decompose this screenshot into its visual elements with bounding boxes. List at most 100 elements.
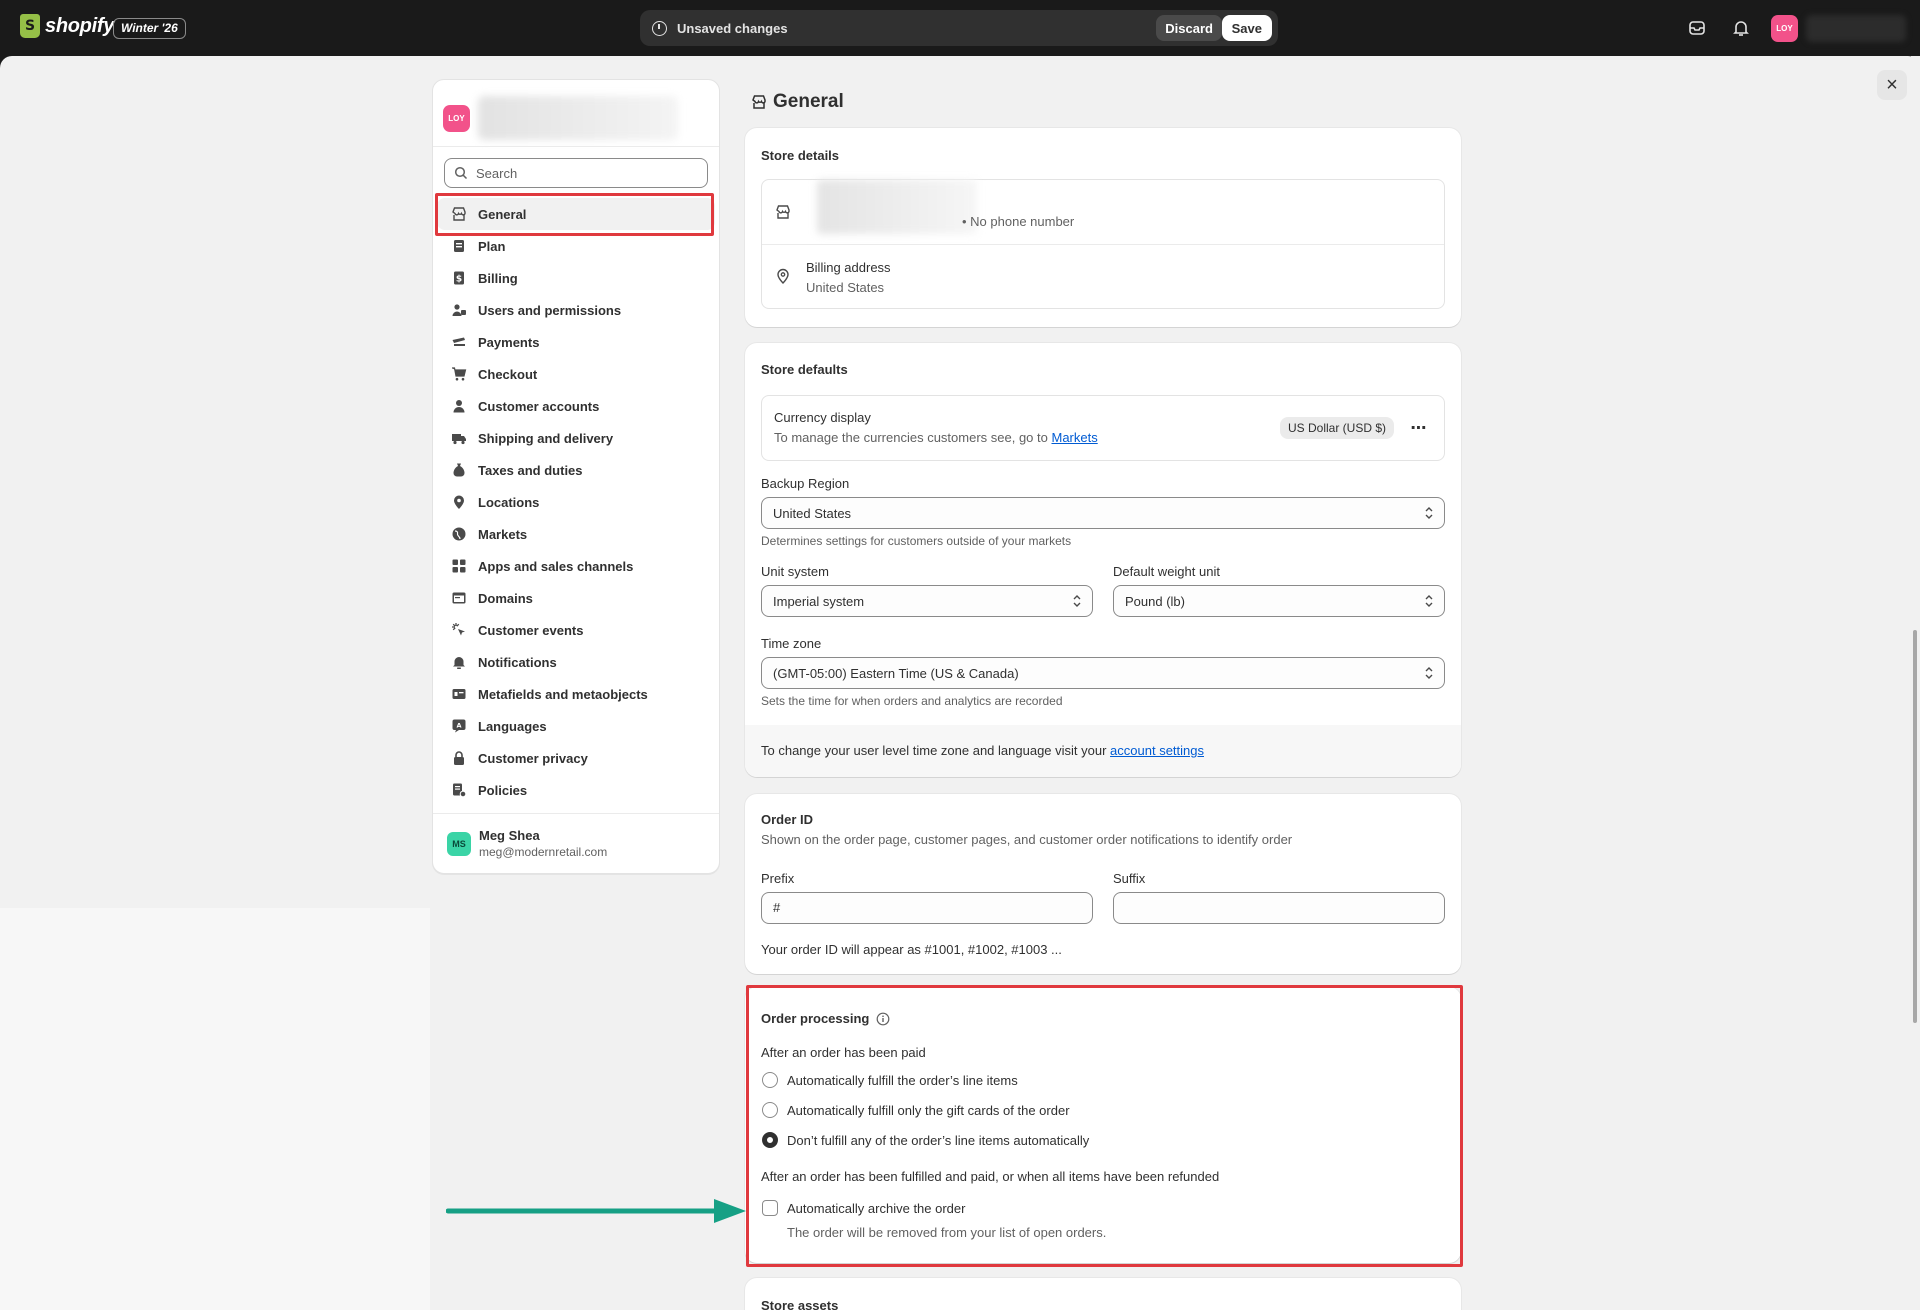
time-zone-help: Sets the time for when orders and analyt…	[761, 694, 1063, 708]
store-name-redacted[interactable]	[1806, 15, 1906, 42]
sidebar-item-shipping-and-delivery[interactable]: Shipping and delivery	[433, 422, 719, 454]
account-settings-text: To change your user level time zone and …	[761, 743, 1204, 758]
suffix-field[interactable]	[1113, 892, 1445, 924]
suffix-input[interactable]	[1125, 900, 1425, 915]
sidebar-item-locations[interactable]: Locations	[433, 486, 719, 518]
search-input[interactable]	[476, 165, 696, 181]
sidebar-item-label: Customer accounts	[478, 398, 600, 414]
arrow-annotation-icon	[446, 1199, 746, 1223]
apps-icon	[452, 559, 466, 573]
current-user[interactable]: MS Meg Shea meg@modernretail.com	[447, 828, 607, 859]
save-button[interactable]: Save	[1221, 15, 1272, 41]
svg-text:$: $	[456, 275, 462, 285]
sidebar-item-label: Markets	[478, 526, 528, 542]
store-assets-card: Store assets	[745, 1278, 1461, 1310]
sidebar-item-payments[interactable]: Payments	[433, 326, 719, 358]
phone-number: • No phone number	[962, 214, 1075, 229]
person-icon	[453, 400, 465, 413]
sidebar-item-metafields-and-metaobjects[interactable]: Metafields and metaobjects	[433, 678, 719, 710]
shopify-logo[interactable]: shopify	[20, 14, 114, 38]
markets-link[interactable]: Markets	[1051, 430, 1097, 445]
sidebar-item-label: Plan	[478, 238, 506, 254]
sidebar-item-label: Customer privacy	[478, 750, 588, 766]
edition-badge[interactable]: Winter '26	[113, 18, 186, 39]
backup-region-select[interactable]: United States	[761, 497, 1445, 529]
billing-icon: $	[454, 271, 464, 285]
sidebar-item-label: Locations	[478, 494, 540, 510]
sidebar-item-checkout[interactable]: Checkout	[433, 358, 719, 390]
sidebar-item-label: Taxes and duties	[478, 462, 583, 478]
time-zone-select[interactable]: (GMT-05:00) Eastern Time (US & Canada)	[761, 657, 1445, 689]
lock-icon	[454, 751, 464, 765]
sidebar-item-customer-accounts[interactable]: Customer accounts	[433, 390, 719, 422]
store-name-redacted	[478, 96, 678, 140]
order-id-description: Shown on the order page, customer pages,…	[761, 832, 1293, 847]
store-avatar: LOY	[443, 104, 470, 132]
tax-icon	[453, 463, 465, 477]
store-icon	[776, 205, 790, 219]
cursor-icon	[452, 623, 465, 636]
search-icon	[454, 166, 468, 180]
metafield-icon	[452, 689, 466, 699]
close-icon[interactable]: ×	[1877, 70, 1907, 100]
sidebar-item-customer-privacy[interactable]: Customer privacy	[433, 742, 719, 774]
location-icon	[454, 495, 464, 509]
sidebar-item-apps-and-sales-channels[interactable]: Apps and sales channels	[433, 550, 719, 582]
store-avatar[interactable]: LOY	[1771, 15, 1798, 42]
shopify-bag-icon	[20, 14, 40, 38]
select-chevron-icon	[1073, 595, 1081, 607]
scrollbar-thumb[interactable]	[1913, 630, 1917, 1023]
background-area	[0, 908, 430, 1310]
order-id-title: Order ID	[761, 812, 814, 827]
top-bar: shopify Winter '26 Unsaved changes Disca…	[0, 0, 1920, 56]
store-name-redacted	[817, 180, 977, 234]
sidebar-item-label: Billing	[478, 270, 518, 286]
user-email: meg@modernretail.com	[479, 845, 608, 859]
account-settings-link[interactable]: account settings	[1110, 743, 1204, 758]
sidebar-item-label: Users and permissions	[478, 302, 622, 318]
weight-unit-value: Pound (lb)	[1125, 594, 1185, 609]
sidebar-item-billing[interactable]: $ Billing	[433, 262, 719, 294]
store-switcher[interactable]: LOY	[443, 96, 678, 140]
settings-nav: General Plan $ Billing Users and permiss…	[433, 198, 719, 806]
time-zone-label: Time zone	[761, 636, 822, 651]
sidebar-item-customer-events[interactable]: Customer events	[433, 614, 719, 646]
backup-region-help: Determines settings for customers outsid…	[761, 534, 1072, 548]
sidebar-item-notifications[interactable]: Notifications	[433, 646, 719, 678]
settings-search[interactable]	[444, 158, 708, 188]
store-details-box[interactable]: • No phone number Billing address United…	[761, 179, 1445, 309]
store-defaults-card: Store defaults Currency display To manag…	[745, 343, 1461, 777]
currency-badge: US Dollar (USD $)	[1280, 417, 1395, 439]
inbox-icon[interactable]	[1686, 17, 1708, 39]
sidebar-item-label: Customer events	[478, 622, 584, 638]
sidebar-item-languages[interactable]: A Languages	[433, 710, 719, 742]
discard-button[interactable]: Discard	[1156, 15, 1222, 41]
more-actions-icon[interactable]: ⋯	[1405, 414, 1433, 442]
store-icon	[752, 95, 766, 109]
divider	[762, 244, 1444, 245]
highlight-box-order-processing	[746, 985, 1463, 1267]
sidebar-item-taxes-and-duties[interactable]: Taxes and duties	[433, 454, 719, 486]
billing-address-label: Billing address	[806, 260, 891, 275]
divider	[433, 146, 719, 147]
weight-unit-select[interactable]: Pound (lb)	[1113, 585, 1445, 617]
unsaved-changes-label: Unsaved changes	[677, 20, 788, 36]
bell-icon	[453, 657, 465, 669]
store-assets-title: Store assets	[761, 1298, 839, 1310]
sidebar-item-domains[interactable]: Domains	[433, 582, 719, 614]
sidebar-item-policies[interactable]: Policies	[433, 774, 719, 806]
currency-display-label: Currency display	[774, 410, 871, 425]
user-name: Meg Shea	[479, 828, 540, 843]
currency-display-box: Currency display To manage the currencie…	[761, 395, 1445, 461]
sidebar-item-users-and-permissions[interactable]: Users and permissions	[433, 294, 719, 326]
prefix-input[interactable]	[773, 900, 1073, 915]
payments-icon	[452, 337, 465, 346]
order-id-card: Order ID Shown on the order page, custom…	[745, 794, 1461, 974]
truck-icon	[452, 434, 466, 445]
backup-region-label: Backup Region	[761, 476, 850, 491]
bell-icon[interactable]	[1730, 17, 1752, 39]
sidebar-item-markets[interactable]: Markets	[433, 518, 719, 550]
prefix-field[interactable]	[761, 892, 1093, 924]
location-icon	[777, 268, 789, 284]
unit-system-select[interactable]: Imperial system	[761, 585, 1093, 617]
